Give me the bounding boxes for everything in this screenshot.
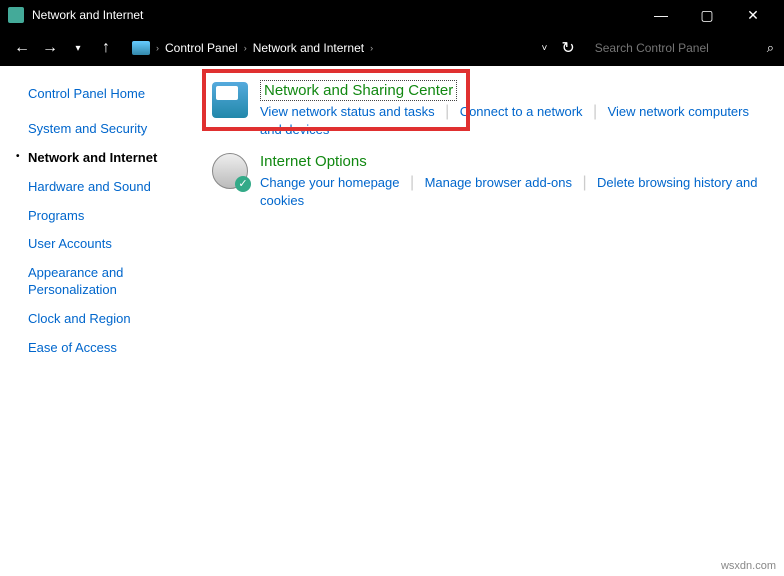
recent-dropdown[interactable]: ▾: [66, 36, 90, 60]
internet-options-link[interactable]: Internet Options: [260, 153, 367, 170]
sidebar: Control Panel Home System and Security N…: [0, 66, 200, 560]
maximize-button[interactable]: ▢: [684, 0, 730, 30]
search-box[interactable]: ⌕: [589, 35, 774, 61]
sidebar-item-hardware-sound[interactable]: Hardware and Sound: [28, 179, 200, 196]
manage-addons-link[interactable]: Manage browser add-ons: [425, 175, 572, 190]
chevron-right-icon: ›: [370, 43, 373, 53]
sidebar-item-network-internet[interactable]: Network and Internet: [28, 150, 200, 167]
view-network-status-link[interactable]: View network status and tasks: [260, 104, 435, 119]
sidebar-item-user-accounts[interactable]: User Accounts: [28, 236, 200, 253]
main-panel: Network and Sharing Center View network …: [200, 66, 784, 560]
connect-network-link[interactable]: Connect to a network: [460, 104, 583, 119]
chevron-right-icon: ›: [156, 43, 159, 53]
watermark: wsxdn.com: [721, 560, 776, 572]
sidebar-item-system-security[interactable]: System and Security: [28, 121, 200, 138]
close-button[interactable]: ✕: [730, 0, 776, 30]
sidebar-item-programs[interactable]: Programs: [28, 208, 200, 225]
up-button[interactable]: ↑: [94, 36, 118, 60]
separator: |: [445, 103, 449, 120]
search-input[interactable]: [589, 35, 759, 61]
sidebar-item-clock-region[interactable]: Clock and Region: [28, 311, 200, 328]
content-area: Control Panel Home System and Security N…: [0, 66, 784, 560]
sidebar-item-ease-access[interactable]: Ease of Access: [28, 340, 200, 357]
network-sharing-center-link[interactable]: Network and Sharing Center: [260, 80, 457, 101]
app-icon: [8, 7, 24, 23]
refresh-button[interactable]: ↻: [561, 38, 574, 58]
network-sharing-icon: [212, 82, 248, 118]
breadcrumb-dropdown-icon[interactable]: ˅: [541, 43, 547, 54]
category-network-sharing: Network and Sharing Center View network …: [208, 78, 776, 143]
window-title: Network and Internet: [32, 8, 638, 22]
separator: |: [593, 103, 597, 120]
breadcrumb[interactable]: › Control Panel › Network and Internet ›: [132, 41, 537, 55]
window-titlebar: Network and Internet — ▢ ✕: [0, 0, 784, 30]
separator: |: [410, 174, 414, 191]
control-panel-icon: [132, 41, 150, 55]
forward-button[interactable]: →: [38, 36, 62, 60]
change-homepage-link[interactable]: Change your homepage: [260, 175, 400, 190]
separator: |: [582, 174, 586, 191]
breadcrumb-root[interactable]: Control Panel: [165, 41, 238, 55]
control-panel-home-link[interactable]: Control Panel Home: [28, 86, 200, 103]
internet-options-icon: [212, 153, 248, 189]
window-controls: — ▢ ✕: [638, 0, 776, 30]
chevron-right-icon: ›: [244, 43, 247, 53]
breadcrumb-current[interactable]: Network and Internet: [253, 41, 364, 55]
sidebar-item-appearance[interactable]: Appearance and Personalization: [28, 265, 200, 299]
back-button[interactable]: ←: [10, 36, 34, 60]
minimize-button[interactable]: —: [638, 0, 684, 30]
category-internet-options: Internet Options Change your homepage | …: [208, 149, 776, 214]
navigation-bar: ← → ▾ ↑ › Control Panel › Network and In…: [0, 30, 784, 66]
search-icon[interactable]: ⌕: [767, 40, 774, 56]
